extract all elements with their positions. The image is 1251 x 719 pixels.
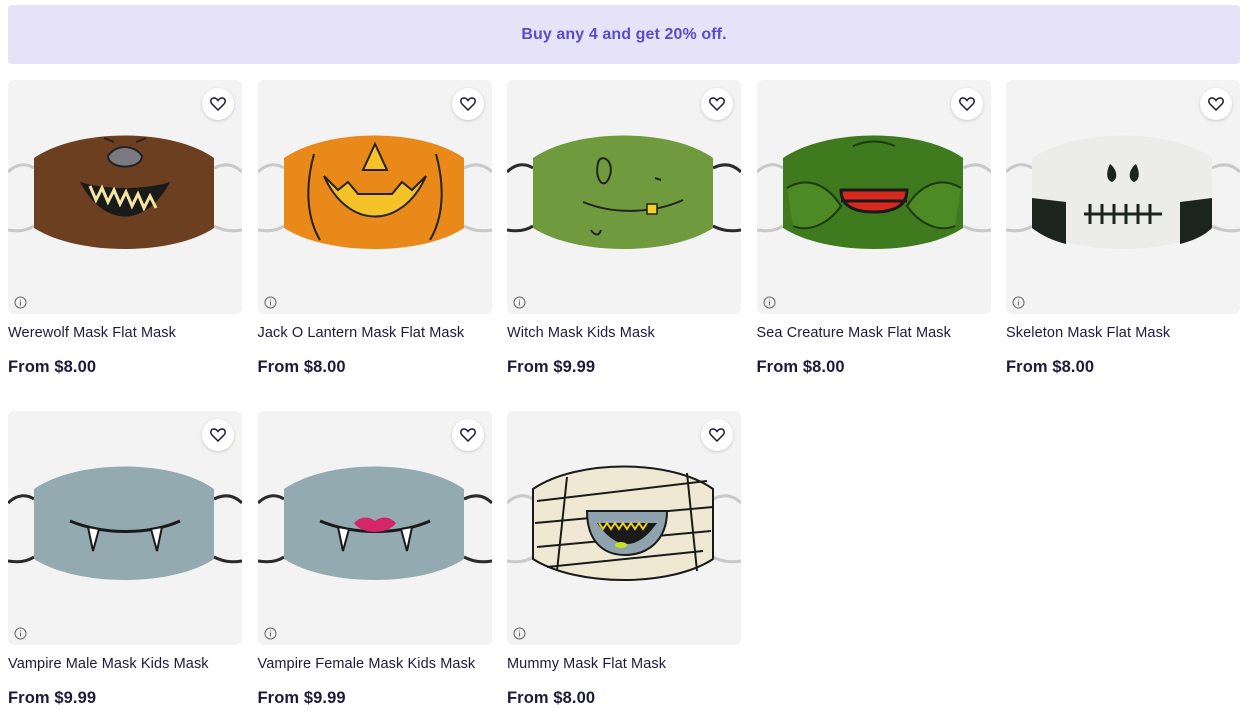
product-price: From $8.00 [756,358,845,376]
product-title[interactable]: Jack O Lantern Mask Flat Mask [258,325,492,341]
favorite-button[interactable] [1200,88,1232,120]
heart-icon [210,428,226,442]
product-title[interactable]: Vampire Female Mask Kids Mask [258,656,492,672]
info-icon[interactable] [513,296,526,309]
heart-icon [709,428,725,442]
product-title[interactable]: Vampire Male Mask Kids Mask [8,656,242,672]
product-price: From $9.99 [257,689,346,707]
product-grid: Werewolf Mask Flat Mask From $8.00 Jack … [8,80,1240,709]
product-card[interactable]: Werewolf Mask Flat Mask From $8.00 [8,80,242,378]
product-card[interactable]: Vampire Female Mask Kids Mask From $9.99 [257,411,492,709]
info-icon[interactable] [14,627,27,640]
favorite-button[interactable] [701,419,733,451]
info-icon[interactable] [513,627,526,640]
product-price: From $8.00 [507,689,596,707]
product-price: From $8.00 [1006,358,1095,376]
info-icon[interactable] [14,296,27,309]
product-image[interactable] [756,80,991,314]
product-card[interactable]: Jack O Lantern Mask Flat Mask From $8.00 [257,80,492,378]
product-card[interactable]: Skeleton Mask Flat Mask From $8.00 [1006,80,1240,378]
favorite-button[interactable] [701,88,733,120]
product-title[interactable]: Werewolf Mask Flat Mask [8,325,242,341]
product-image[interactable] [8,80,242,314]
product-price: From $8.00 [8,358,97,376]
product-image[interactable] [507,411,741,645]
product-image[interactable] [257,80,492,314]
product-image[interactable] [507,80,741,314]
promo-banner: Buy any 4 and get 20% off. [8,5,1240,64]
product-price: From $9.99 [8,689,97,707]
product-card[interactable]: Vampire Male Mask Kids Mask From $9.99 [8,411,242,709]
favorite-button[interactable] [451,419,484,451]
info-icon[interactable] [264,296,277,309]
favorite-button[interactable] [950,88,983,120]
product-title[interactable]: Mummy Mask Flat Mask [507,656,741,672]
heart-icon [459,97,476,111]
product-price: From $8.00 [257,358,346,376]
heart-icon [709,97,725,111]
favorite-button[interactable] [202,88,234,120]
product-title[interactable]: Witch Mask Kids Mask [507,325,741,341]
heart-icon [1208,97,1224,111]
product-image[interactable] [1006,80,1240,314]
heart-icon [459,428,476,442]
product-title[interactable]: Skeleton Mask Flat Mask [1006,325,1240,341]
heart-icon [210,97,226,111]
info-icon[interactable] [264,627,277,640]
favorite-button[interactable] [451,88,484,120]
product-image[interactable] [8,411,242,645]
product-card[interactable]: Sea Creature Mask Flat Mask From $8.00 [756,80,991,378]
product-title[interactable]: Sea Creature Mask Flat Mask [757,325,991,341]
info-icon[interactable] [1012,296,1025,309]
product-price: From $9.99 [507,358,596,376]
product-image[interactable] [257,411,492,645]
heart-icon [958,97,975,111]
info-icon[interactable] [763,296,776,309]
favorite-button[interactable] [202,419,234,451]
promo-text: Buy any 4 and get 20% off. [521,25,727,43]
product-card[interactable]: Mummy Mask Flat Mask From $8.00 [507,411,741,709]
product-card[interactable]: Witch Mask Kids Mask From $9.99 [507,80,741,378]
